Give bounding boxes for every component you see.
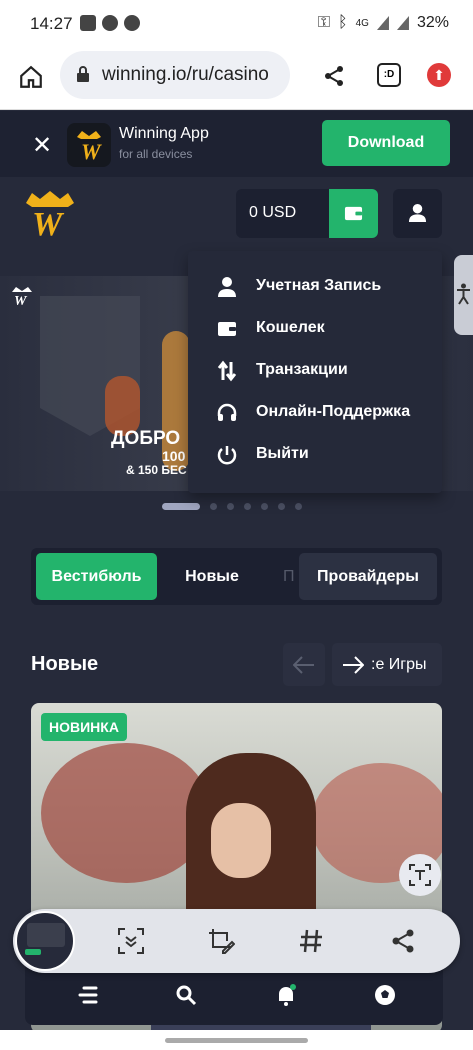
key-icon: ⚿ bbox=[317, 14, 331, 31]
signal-icon bbox=[376, 16, 389, 30]
update-icon[interactable]: ⬆ bbox=[427, 63, 451, 87]
prev-button[interactable] bbox=[283, 643, 325, 686]
app-subtitle: for all devices bbox=[119, 147, 193, 161]
all-games-link[interactable]: :е Игры bbox=[371, 643, 442, 686]
wallet-button[interactable] bbox=[329, 189, 378, 238]
carousel-dot[interactable] bbox=[244, 503, 251, 510]
banner-amount: 100 bbox=[162, 448, 186, 464]
bell-icon[interactable] bbox=[274, 983, 298, 1007]
svg-text:W: W bbox=[32, 206, 65, 239]
site-header: W 0 USD bbox=[0, 177, 473, 249]
site-bottom-nav bbox=[25, 967, 443, 1025]
menu-item-logout[interactable]: Выйти bbox=[188, 434, 442, 476]
app-name: Winning App bbox=[119, 125, 209, 142]
home-icon[interactable] bbox=[18, 64, 44, 90]
balance-amount: 0 USD bbox=[249, 204, 297, 221]
home-gesture-bar[interactable] bbox=[165, 1038, 308, 1043]
download-button[interactable]: Download bbox=[322, 120, 450, 166]
text-scan-icon bbox=[409, 864, 431, 886]
menu-item-label: Транзакции bbox=[256, 361, 348, 378]
banner-figure-2 bbox=[105, 376, 140, 436]
menu-item-label: Онлайн-Поддержка bbox=[256, 403, 411, 420]
balance-box[interactable]: 0 USD bbox=[236, 189, 378, 238]
status-right: ⚿ ᛒ 4G 32% bbox=[318, 14, 449, 32]
account-dropdown: Учетная Запись Кошелек Транзакции Онлайн… bbox=[188, 251, 442, 493]
wallet-icon bbox=[218, 322, 236, 336]
text-scan-button[interactable] bbox=[399, 854, 441, 896]
carousel-dots bbox=[162, 503, 302, 510]
category-tabs: Вестибюль Новые П Провайдеры bbox=[31, 548, 442, 605]
share-icon[interactable] bbox=[322, 64, 346, 88]
gallery-icon bbox=[80, 15, 96, 31]
section-title: Новые bbox=[31, 653, 99, 675]
banner-logo: W bbox=[12, 287, 32, 306]
accessibility-tab[interactable] bbox=[454, 255, 473, 335]
browser-toolbar: winning.io/ru/casino :D ⬆ bbox=[0, 48, 473, 110]
carousel-dot[interactable] bbox=[261, 503, 268, 510]
site-logo[interactable]: W bbox=[22, 189, 80, 239]
screenshot-toolbar bbox=[13, 909, 460, 973]
app-icon bbox=[124, 15, 140, 31]
carousel-dot[interactable] bbox=[162, 503, 200, 510]
accessibility-icon bbox=[457, 283, 470, 305]
notification-icons bbox=[80, 15, 140, 31]
lock-icon bbox=[77, 66, 89, 82]
status-bar: 14:27 ⚿ ᛒ 4G 32% bbox=[0, 0, 473, 48]
new-badge: НОВИНКА bbox=[41, 713, 127, 741]
hashtag-icon[interactable] bbox=[297, 927, 325, 955]
carousel-dot[interactable] bbox=[295, 503, 302, 510]
carousel-dot[interactable] bbox=[278, 503, 285, 510]
power-icon bbox=[217, 446, 237, 465]
app-logo: W bbox=[67, 123, 111, 167]
address-bar[interactable]: winning.io/ru/casino bbox=[60, 51, 290, 99]
menu-item-label: Выйти bbox=[256, 445, 309, 462]
wallet-icon bbox=[344, 206, 363, 221]
crop-edit-icon[interactable] bbox=[207, 927, 235, 955]
menu-item-account[interactable]: Учетная Запись bbox=[188, 266, 442, 308]
menu-item-label: Учетная Запись bbox=[256, 277, 382, 294]
transactions-icon bbox=[217, 360, 237, 382]
tab-lobby[interactable]: Вестибюль bbox=[36, 553, 157, 600]
app-install-banner: ✕ W Winning App for all devices Download bbox=[0, 111, 473, 177]
viber-icon bbox=[102, 15, 118, 31]
card-art-face bbox=[211, 803, 271, 878]
carousel-dot[interactable] bbox=[210, 503, 217, 510]
search-icon[interactable] bbox=[174, 983, 198, 1007]
signal-icon-2 bbox=[396, 16, 409, 30]
menu-icon[interactable] bbox=[76, 983, 100, 1007]
network-type: 4G bbox=[355, 17, 369, 29]
arrow-left-icon bbox=[293, 656, 314, 674]
svg-text:W: W bbox=[14, 294, 28, 306]
tabs-icon[interactable]: :D bbox=[377, 63, 401, 87]
headset-icon bbox=[217, 403, 237, 421]
menu-item-transactions[interactable]: Транзакции bbox=[188, 350, 442, 392]
user-icon bbox=[408, 203, 427, 222]
user-menu-button[interactable] bbox=[393, 189, 442, 238]
svg-text:W: W bbox=[81, 139, 102, 164]
tab-new[interactable]: Новые bbox=[171, 553, 253, 600]
sports-ball-icon[interactable] bbox=[373, 983, 397, 1007]
banner-headline: ДОБРО bbox=[111, 428, 181, 449]
menu-item-wallet[interactable]: Кошелек bbox=[188, 308, 442, 350]
close-icon[interactable]: ✕ bbox=[32, 131, 52, 160]
url-text: winning.io/ru/casino bbox=[102, 64, 269, 85]
screenshot-thumbnail[interactable] bbox=[15, 911, 75, 971]
user-icon bbox=[218, 277, 236, 297]
tab-providers[interactable]: Провайдеры bbox=[299, 553, 437, 600]
banner-subline: & 150 БЕС bbox=[126, 463, 187, 477]
scroll-capture-icon[interactable] bbox=[117, 927, 145, 955]
bluetooth-icon: ᛒ bbox=[338, 14, 348, 31]
status-time: 14:27 bbox=[30, 14, 73, 33]
arrow-right-icon bbox=[343, 656, 364, 674]
menu-item-support[interactable]: Онлайн-Поддержка bbox=[188, 392, 442, 434]
carousel-dot[interactable] bbox=[227, 503, 234, 510]
next-button[interactable] bbox=[332, 643, 374, 686]
share-icon[interactable] bbox=[389, 927, 417, 955]
battery-percent: 32% bbox=[416, 14, 449, 31]
menu-item-label: Кошелек bbox=[256, 319, 325, 336]
